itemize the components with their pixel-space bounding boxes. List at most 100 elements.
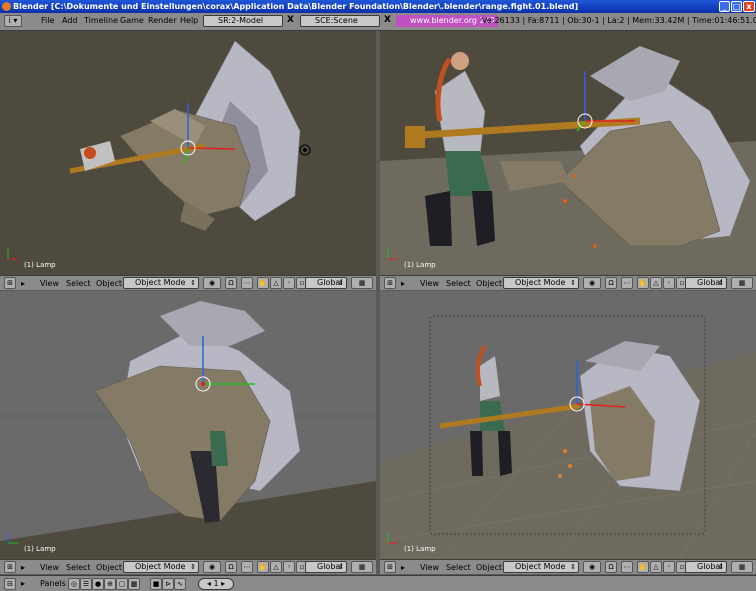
editor-type-icon[interactable]: ⊟ [4, 578, 16, 590]
menu-view[interactable]: View [40, 279, 59, 288]
mode-dropdown[interactable]: Object Mode ⇕ [503, 277, 579, 289]
hand-grab-icon[interactable]: ✋ [637, 277, 649, 289]
viewport-top-left[interactable]: (1) Lamp [0, 31, 376, 275]
mode-dropdown[interactable]: Object Mode ⇕ [123, 561, 199, 573]
menu-file[interactable]: File [41, 16, 54, 25]
menu-render[interactable]: Render [148, 16, 176, 25]
layers-grid-icon[interactable]: ▦ [731, 277, 753, 289]
viewport-bottom-left[interactable]: (1) Lamp [0, 291, 376, 559]
top-menubar: i ▾ File Add Timeline Game Render Help S… [0, 13, 756, 31]
screen-selector[interactable]: SR:2-Model [203, 15, 283, 27]
maximize-button[interactable]: □ [731, 1, 742, 12]
title-bar: Blender [C:\Dokumente und Einstellungen\… [0, 0, 756, 13]
shading-icon[interactable]: ◉ [583, 561, 601, 573]
collapse-arrow-icon[interactable]: ▸ [401, 563, 405, 572]
hand-grab-icon[interactable]: ✋ [637, 561, 649, 573]
screen-name: SR:2-Model [218, 16, 264, 25]
collapse-arrow-icon[interactable]: ▸ [21, 279, 25, 288]
scale-manipulator-icon[interactable]: ◦ [663, 277, 675, 289]
viewport-top-right[interactable]: (1) Lamp [380, 31, 756, 275]
viewport-header-bottom-left: ⊞ ▸ View Select Object Object Mode ⇕ ◉ Ω … [0, 559, 376, 574]
render-icon[interactable]: ■ [150, 578, 162, 590]
scale-manipulator-icon[interactable]: ◦ [283, 277, 295, 289]
layers-grid-icon[interactable]: ▦ [731, 561, 753, 573]
frame-number-field[interactable]: ◂ 1 ▸ [198, 578, 234, 590]
viewport-header-bottom-right: ⊞ ▸ View Select Object Object Mode ⇕ ◉ Ω … [380, 559, 756, 574]
buttons-window-header: ⊟ ▸ Panels ◎ ☰ ● ⊕ ▢ ▩ ■ ⊳ ∿ ◂ 1 ▸ [0, 575, 756, 591]
editor-type-icon[interactable]: ⊞ [384, 277, 396, 289]
collapse-arrow-icon[interactable]: ▸ [21, 579, 25, 588]
viewport-scene-bottom-left [0, 301, 376, 559]
rotate-manipulator-icon[interactable]: △ [650, 277, 662, 289]
menu-object[interactable]: Object [476, 279, 502, 288]
scale-manipulator-icon[interactable]: ◦ [283, 561, 295, 573]
sound-icon[interactable]: ∿ [174, 578, 186, 590]
scene-context-icon[interactable]: ▩ [128, 578, 140, 590]
menu-select[interactable]: Select [446, 563, 471, 572]
layers-grid-icon[interactable]: ▦ [351, 277, 373, 289]
shading-context-icon[interactable]: ● [92, 578, 104, 590]
menu-object[interactable]: Object [96, 563, 122, 572]
editing-context-icon[interactable]: ▢ [116, 578, 128, 590]
layers-grid-icon[interactable]: ▦ [351, 561, 373, 573]
delete-scene-button[interactable]: X [382, 15, 393, 27]
pivot-icon[interactable]: Ω [605, 561, 617, 573]
scale-manipulator-icon[interactable]: ◦ [663, 561, 675, 573]
window-title: Blender [C:\Dokumente und Einstellungen\… [13, 2, 579, 11]
editor-type-icon[interactable]: ⊞ [4, 277, 16, 289]
viewport-object-label: (1) Lamp [24, 545, 56, 553]
collapse-arrow-icon[interactable]: ▸ [21, 563, 25, 572]
menu-view[interactable]: View [420, 279, 439, 288]
mode-dropdown[interactable]: Object Mode ⇕ [123, 277, 199, 289]
delete-screen-button[interactable]: X [285, 15, 296, 27]
object-context-icon[interactable]: ⊕ [104, 578, 116, 590]
menu-select[interactable]: Select [66, 563, 91, 572]
shading-icon[interactable]: ◉ [203, 561, 221, 573]
panels-menu[interactable]: Panels [40, 579, 66, 588]
orientation-dropdown[interactable]: Global ⇕ [685, 561, 727, 573]
menu-help[interactable]: Help [180, 16, 198, 25]
shading-icon[interactable]: ◉ [583, 277, 601, 289]
viewport-header-top-right: ⊞ ▸ View Select Object Object Mode ⇕ ◉ Ω … [380, 275, 756, 290]
hand-grab-icon[interactable]: ✋ [257, 561, 269, 573]
logic-context-icon[interactable]: ◎ [68, 578, 80, 590]
scene-selector[interactable]: SCE:Scene [300, 15, 380, 27]
orientation-dropdown[interactable]: Global ⇕ [685, 277, 727, 289]
pivot-icon[interactable]: Ω [605, 277, 617, 289]
menu-select[interactable]: Select [446, 279, 471, 288]
snap-icon[interactable]: ⋯ [621, 561, 633, 573]
menu-add[interactable]: Add [62, 16, 78, 25]
menu-game[interactable]: Game [120, 16, 144, 25]
hand-grab-icon[interactable]: ✋ [257, 277, 269, 289]
orientation-dropdown[interactable]: Global ⇕ [305, 561, 347, 573]
snap-icon[interactable]: ⋯ [241, 277, 253, 289]
menu-view[interactable]: View [40, 563, 59, 572]
rotate-manipulator-icon[interactable]: △ [270, 277, 282, 289]
menu-object[interactable]: Object [476, 563, 502, 572]
snap-icon[interactable]: ⋯ [621, 277, 633, 289]
minimize-button[interactable]: _ [719, 1, 730, 12]
menu-timeline[interactable]: Timeline [84, 16, 118, 25]
mode-label: Object Mode [515, 562, 566, 571]
close-button[interactable]: x [743, 1, 755, 12]
orientation-dropdown[interactable]: Global ⇕ [305, 277, 347, 289]
mode-dropdown[interactable]: Object Mode ⇕ [503, 561, 579, 573]
editor-type-icon[interactable]: ⊞ [384, 561, 396, 573]
viewport-scene-bottom-right [380, 315, 756, 559]
info-icon[interactable]: i ▾ [4, 15, 22, 27]
mode-label: Object Mode [135, 278, 186, 287]
menu-object[interactable]: Object [96, 279, 122, 288]
menu-view[interactable]: View [420, 563, 439, 572]
collapse-arrow-icon[interactable]: ▸ [401, 279, 405, 288]
rotate-manipulator-icon[interactable]: △ [650, 561, 662, 573]
rotate-manipulator-icon[interactable]: △ [270, 561, 282, 573]
anim-icon[interactable]: ⊳ [162, 578, 174, 590]
snap-icon[interactable]: ⋯ [241, 561, 253, 573]
pivot-icon[interactable]: Ω [225, 561, 237, 573]
script-context-icon[interactable]: ☰ [80, 578, 92, 590]
editor-type-icon[interactable]: ⊞ [4, 561, 16, 573]
pivot-icon[interactable]: Ω [225, 277, 237, 289]
shading-icon[interactable]: ◉ [203, 277, 221, 289]
menu-select[interactable]: Select [66, 279, 91, 288]
viewport-bottom-right[interactable]: (1) Lamp [380, 291, 756, 559]
